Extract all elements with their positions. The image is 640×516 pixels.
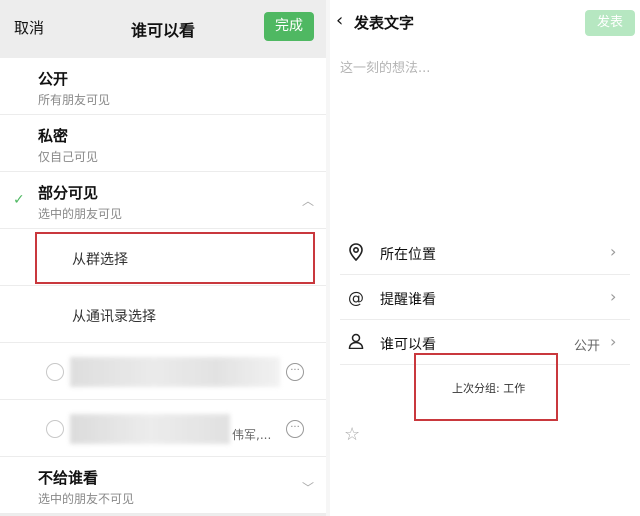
blurred-member-info [70,414,230,444]
more-icon[interactable]: ··· [286,363,304,381]
done-button[interactable]: 完成 [264,12,314,41]
post-text-input[interactable]: 这一刻的想法... [340,57,630,187]
list-item[interactable]: ··· [0,343,326,400]
visibility-options-list: 公开 所有朋友可见 私密 仅自己可见 ✓ 部分可见 选中的朋友可见 ︿ 从群选择… [0,58,326,514]
sub-option-label: 从通讯录选择 [72,309,156,325]
highlight-box [35,232,315,284]
row-label: 所在位置 [380,247,436,263]
option-partial[interactable]: ✓ 部分可见 选中的朋友可见 ︿ [0,172,326,229]
visibility-value: 公开 [574,339,601,354]
option-subtitle: 选中的朋友不可见 [38,492,135,506]
location-pin-icon [346,243,366,265]
checkmark-icon: ✓ [13,192,25,208]
row-label: 谁可以看 [380,337,436,353]
chevron-right-icon: › [610,287,617,306]
remind-row[interactable]: @ 提醒谁看 › [340,276,630,320]
option-title: 不给谁看 [38,469,99,487]
option-private[interactable]: 私密 仅自己可见 [0,115,326,172]
member-names: 伟军,... [232,428,272,442]
chevron-up-icon[interactable]: ︿ [302,192,314,209]
nav-bar: 取消 谁可以看 完成 [0,0,326,52]
chevron-down-icon[interactable]: ﹀ [302,479,314,496]
blurred-member-info [70,357,280,387]
at-sign-icon: @ [348,288,364,307]
back-icon[interactable]: ‹ [336,10,343,31]
star-icon[interactable]: ☆ [344,424,360,445]
post-text-screen: ‹ 发表文字 发表 这一刻的想法... 所在位置 › @ 提醒谁看 › 谁可以看… [330,0,640,516]
nav-bar: ‹ 发表文字 发表 [330,0,640,44]
page-title: 发表文字 [354,14,415,32]
radio-button[interactable] [46,420,64,438]
chevron-right-icon: › [610,332,617,351]
who-can-see-screen: 取消 谁可以看 完成 公开 所有朋友可见 私密 仅自己可见 ✓ 部分可见 选中的… [0,0,326,516]
select-from-contacts[interactable]: 从通讯录选择 [0,286,326,343]
option-public[interactable]: 公开 所有朋友可见 [0,58,326,115]
highlight-box [414,353,558,421]
person-icon [346,333,366,353]
radio-button[interactable] [46,363,64,381]
option-subtitle: 仅自己可见 [38,150,99,164]
option-title: 私密 [38,127,69,145]
option-subtitle: 选中的朋友可见 [38,207,123,221]
row-label: 提醒谁看 [380,292,436,308]
option-subtitle: 所有朋友可见 [38,93,111,107]
option-exclude[interactable]: 不给谁看 选中的朋友不可见 ﹀ [0,457,326,514]
option-title: 公开 [38,70,69,88]
location-row[interactable]: 所在位置 › [340,231,630,275]
publish-button[interactable]: 发表 [585,10,635,36]
option-title: 部分可见 [38,184,99,202]
chevron-right-icon: › [610,242,617,261]
more-icon[interactable]: ··· [286,420,304,438]
list-item[interactable]: 伟军,... ··· [0,400,326,457]
